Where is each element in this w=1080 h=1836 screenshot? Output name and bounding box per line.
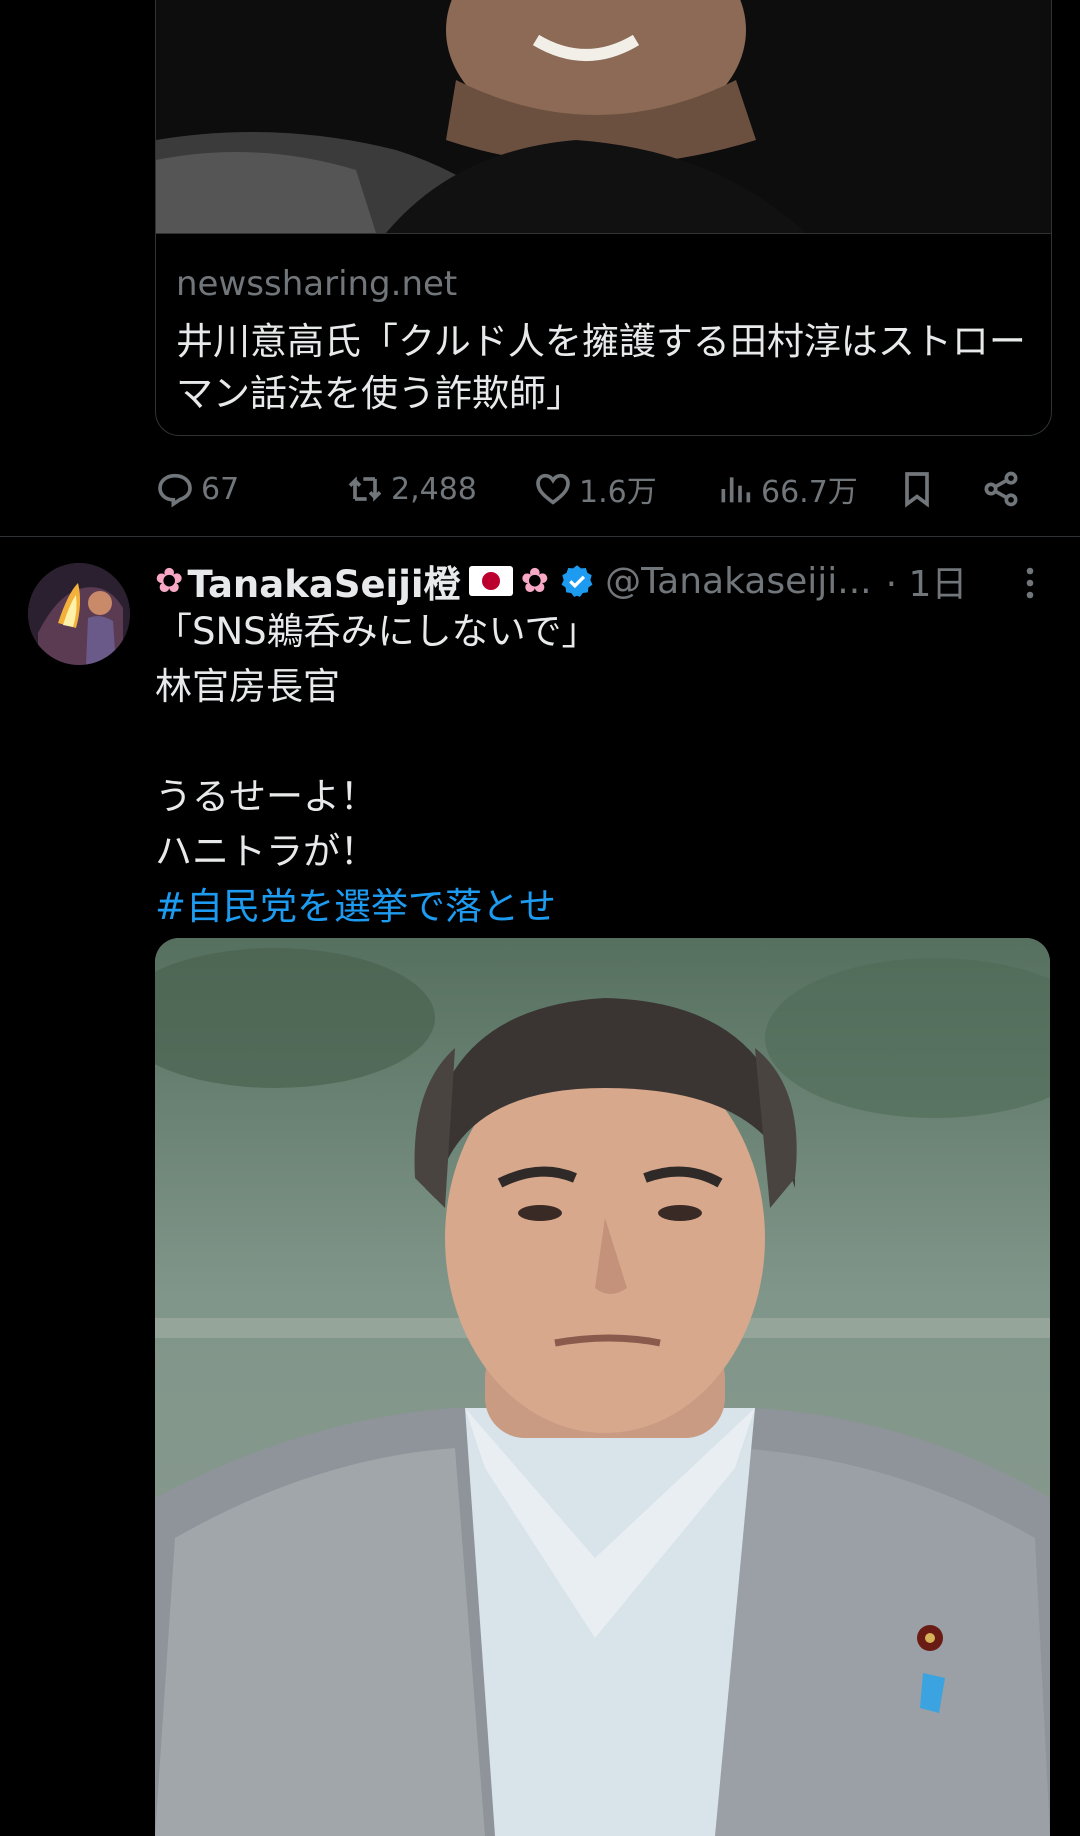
like-button[interactable]: 1.6万 (533, 462, 657, 516)
like-icon (536, 473, 570, 505)
tweet-divider (0, 536, 1080, 537)
link-preview-card[interactable]: newssharing.net 井川意高氏「クルド人を擁護する田村淳はストローマ… (155, 0, 1052, 436)
reply-icon (158, 473, 192, 508)
link-title: 井川意高氏「クルド人を擁護する田村淳はストローマン話法を使う詐欺師」 (176, 320, 1026, 415)
tweet-time[interactable]: · 1日 (886, 555, 968, 607)
tweet-text: 「SNS鵜呑みにしないで」 林官房長官 うるせーよ！ ハニトラが！ #自民党を選… (155, 604, 1035, 934)
like-count: 1.6万 (579, 475, 657, 510)
reply-button[interactable]: 67 (155, 462, 239, 516)
tweet-text-line: うるせーよ！ (155, 775, 377, 818)
tweet-text-line: 「SNS鵜呑みにしないで」 (155, 610, 599, 653)
link-preview-meta[interactable]: newssharing.net 井川意高氏「クルド人を擁護する田村淳はストローマ… (156, 233, 1051, 435)
retweet-icon (348, 476, 382, 502)
retweet-button[interactable]: 2,488 (345, 462, 477, 516)
bookmark-icon (905, 472, 929, 508)
bookmark-button[interactable] (897, 462, 937, 516)
tweet-actions: 67 2,488 1.6万 66.7万 (155, 462, 1035, 516)
author-name-text: TanakaSeiji橙 (187, 563, 461, 606)
author-name[interactable]: ✿ TanakaSeiji橙 ✿ (155, 554, 549, 608)
tweet-photo[interactable] (155, 938, 1050, 1836)
more-icon[interactable] (1015, 563, 1045, 603)
avatar[interactable] (28, 563, 130, 665)
views-count: 66.7万 (761, 475, 858, 510)
verified-icon (561, 565, 593, 597)
retweet-count: 2,488 (391, 471, 477, 507)
tweet-text-line: 林官房長官 (155, 665, 340, 708)
link-domain: newssharing.net (176, 264, 458, 304)
tweet-text-line: ハニトラが！ (155, 830, 377, 873)
previous-tweet: newssharing.net 井川意高氏「クルド人を擁護する田村淳はストローマ… (0, 0, 1080, 537)
hashtag-link[interactable]: #自民党を選挙で落とせ (155, 879, 1035, 934)
link-preview-image[interactable] (156, 0, 1051, 233)
views-icon (721, 477, 751, 503)
tweet-text-blank (155, 714, 1035, 769)
cherry-blossom-icon: ✿ (520, 561, 550, 601)
share-button[interactable] (981, 462, 1021, 516)
views-button[interactable]: 66.7万 (715, 462, 858, 516)
tweet-header: ✿ TanakaSeiji橙 ✿ @Tanakaseiji... · 1日 (155, 554, 1035, 608)
reply-count: 67 (201, 471, 240, 507)
cherry-blossom-icon: ✿ (155, 561, 184, 601)
author-handle[interactable]: @Tanakaseiji... (605, 561, 871, 602)
japan-flag-icon (468, 566, 513, 596)
share-icon (984, 471, 1018, 507)
